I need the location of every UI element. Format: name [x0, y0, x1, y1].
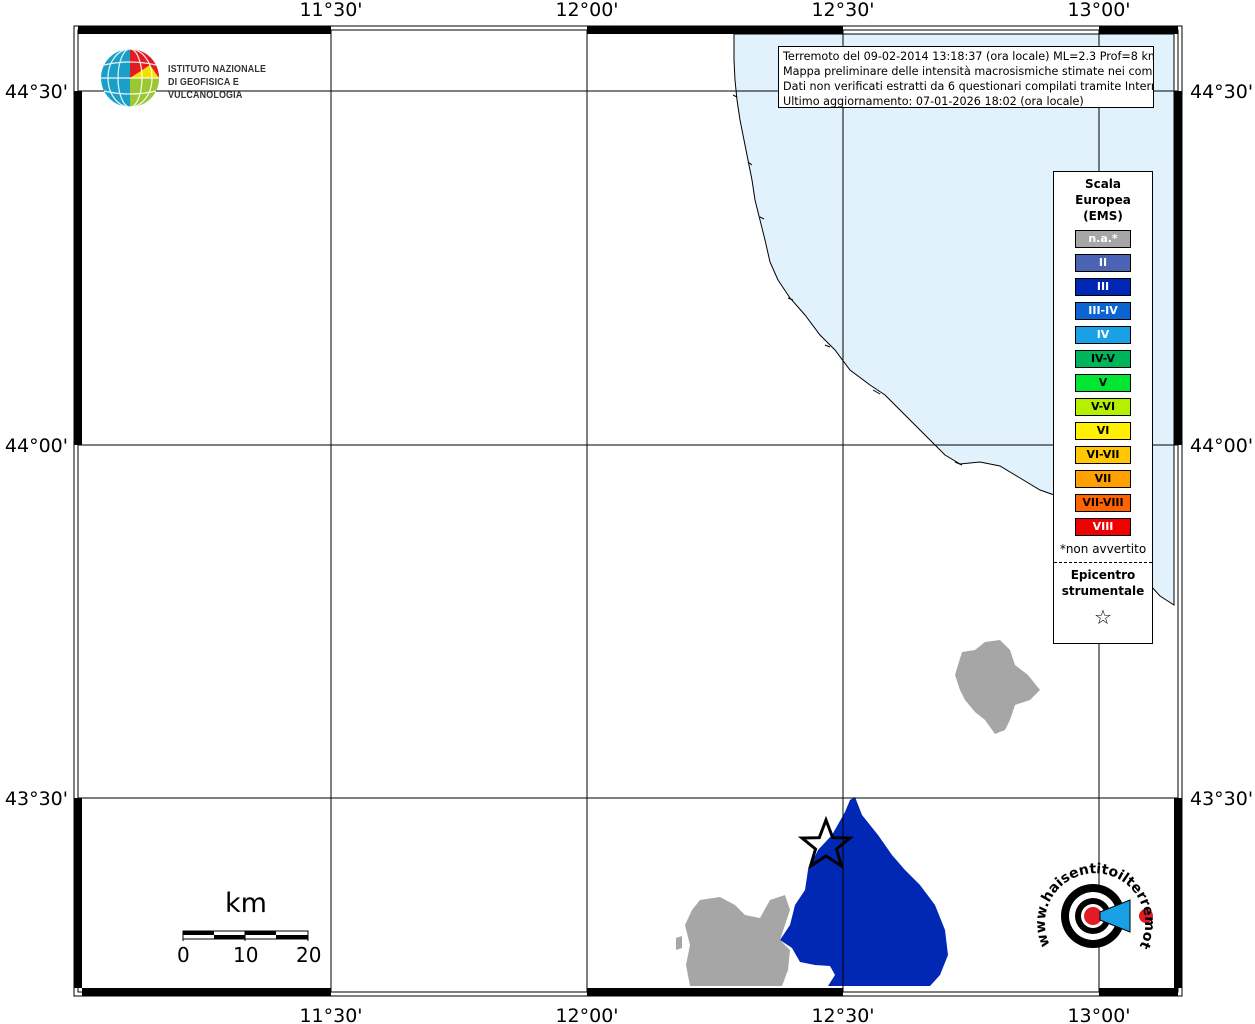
lon-tick-label: 12°30' — [811, 1005, 874, 1024]
lat-tick-label: 43°30' — [1190, 788, 1253, 810]
legend-item: V — [1075, 374, 1131, 392]
lon-tick-label: 13°00' — [1067, 0, 1130, 21]
lat-tick-label: 44°00' — [1190, 435, 1253, 457]
legend-items: n.a.* II III III-IV IV IV-V V V-VI VI VI-VII VII VI… — [1054, 230, 1152, 536]
legend-item: VI — [1075, 422, 1131, 440]
lon-tick-label: 12°00' — [555, 1005, 618, 1024]
lon-tick-label: 11°30' — [299, 0, 362, 21]
legend-epicentre-line1: Epicentro — [1070, 568, 1136, 582]
lat-tick-label: 44°00' — [5, 435, 68, 457]
scale-bar-label: 0 — [177, 943, 190, 967]
legend-star-icon: ☆ — [1094, 605, 1112, 629]
lon-tick-label: 11°30' — [299, 1005, 362, 1024]
lon-tick-label: 13°00' — [1067, 1005, 1130, 1024]
legend-item: V-VI — [1075, 398, 1131, 416]
event-info-line2: Mappa preliminare delle intensità macros… — [783, 65, 1154, 78]
scale-bar-graphic — [182, 930, 309, 941]
ingv-globe-icon — [101, 48, 159, 108]
legend-note: *non avvertito — [1059, 542, 1147, 556]
lat-tick-label: 43°30' — [5, 788, 68, 810]
ems-legend: Scala Europea (EMS) n.a.* II III III-IV IV IV… — [1053, 171, 1153, 644]
ingv-logo-line1: ISTITUTO NAZIONALE — [168, 63, 267, 75]
lon-tick-label: 12°00' — [555, 0, 618, 21]
ingv-logo-line2: DI GEOFISICA E VULCANOLOGIA — [168, 76, 243, 101]
lat-tick-label: 44°30' — [5, 81, 68, 103]
legend-separator — [1054, 562, 1152, 563]
lat-tick-labels-right: 44°30' 44°00' 43°30' — [1190, 81, 1253, 810]
event-info-line3: Dati non verificati estratti da 6 questi… — [783, 80, 1154, 93]
scale-bar: km 0 10 20 — [170, 888, 330, 968]
legend-item: n.a.* — [1075, 230, 1131, 248]
lat-tick-labels-left: 44°30' 44°00' 43°30' — [5, 81, 68, 810]
scale-bar-label: 10 — [233, 943, 259, 967]
legend-item: III-IV — [1075, 302, 1131, 320]
lon-tick-label: 12°30' — [811, 0, 874, 21]
legend-item: VII — [1075, 470, 1131, 488]
legend-item: VII-VIII — [1075, 494, 1131, 512]
scale-bar-label: 20 — [296, 943, 322, 967]
na-area-south — [685, 895, 790, 986]
legend-item: II — [1075, 254, 1131, 272]
event-info-box: Terremoto del 09-02-2014 13:18:37 (ora l… — [778, 46, 1154, 108]
lon-tick-labels-bottom: 11°30' 12°00' 12°30' 13°00' — [299, 1005, 1130, 1024]
lat-tick-label: 44°30' — [1190, 81, 1253, 103]
legend-item: III — [1075, 278, 1131, 296]
legend-item: IV — [1075, 326, 1131, 344]
legend-title-line2: Europea — [1075, 193, 1131, 207]
legend-item: VIII — [1075, 518, 1131, 536]
scale-bar-unit: km — [225, 888, 267, 919]
event-info-line1: Terremoto del 09-02-2014 13:18:37 (ora l… — [783, 50, 1154, 63]
legend-epicentre-line2: strumentale — [1061, 584, 1145, 598]
legend-item: IV-V — [1075, 350, 1131, 368]
lon-tick-labels-top: 11°30' 12°00' 12°30' 13°00' — [299, 0, 1130, 21]
legend-title-line1: Scala — [1084, 177, 1122, 191]
na-area-islet — [676, 936, 682, 950]
legend-item: VI-VII — [1075, 446, 1131, 464]
event-info-line4: Ultimo aggiornamento: 07-01-2026 18:02 (… — [783, 95, 1084, 108]
ingv-logo: ISTITUTO NAZIONALE DI GEOFISICA E VULCAN… — [100, 47, 320, 109]
legend-title-line3: (EMS) — [1083, 209, 1123, 223]
